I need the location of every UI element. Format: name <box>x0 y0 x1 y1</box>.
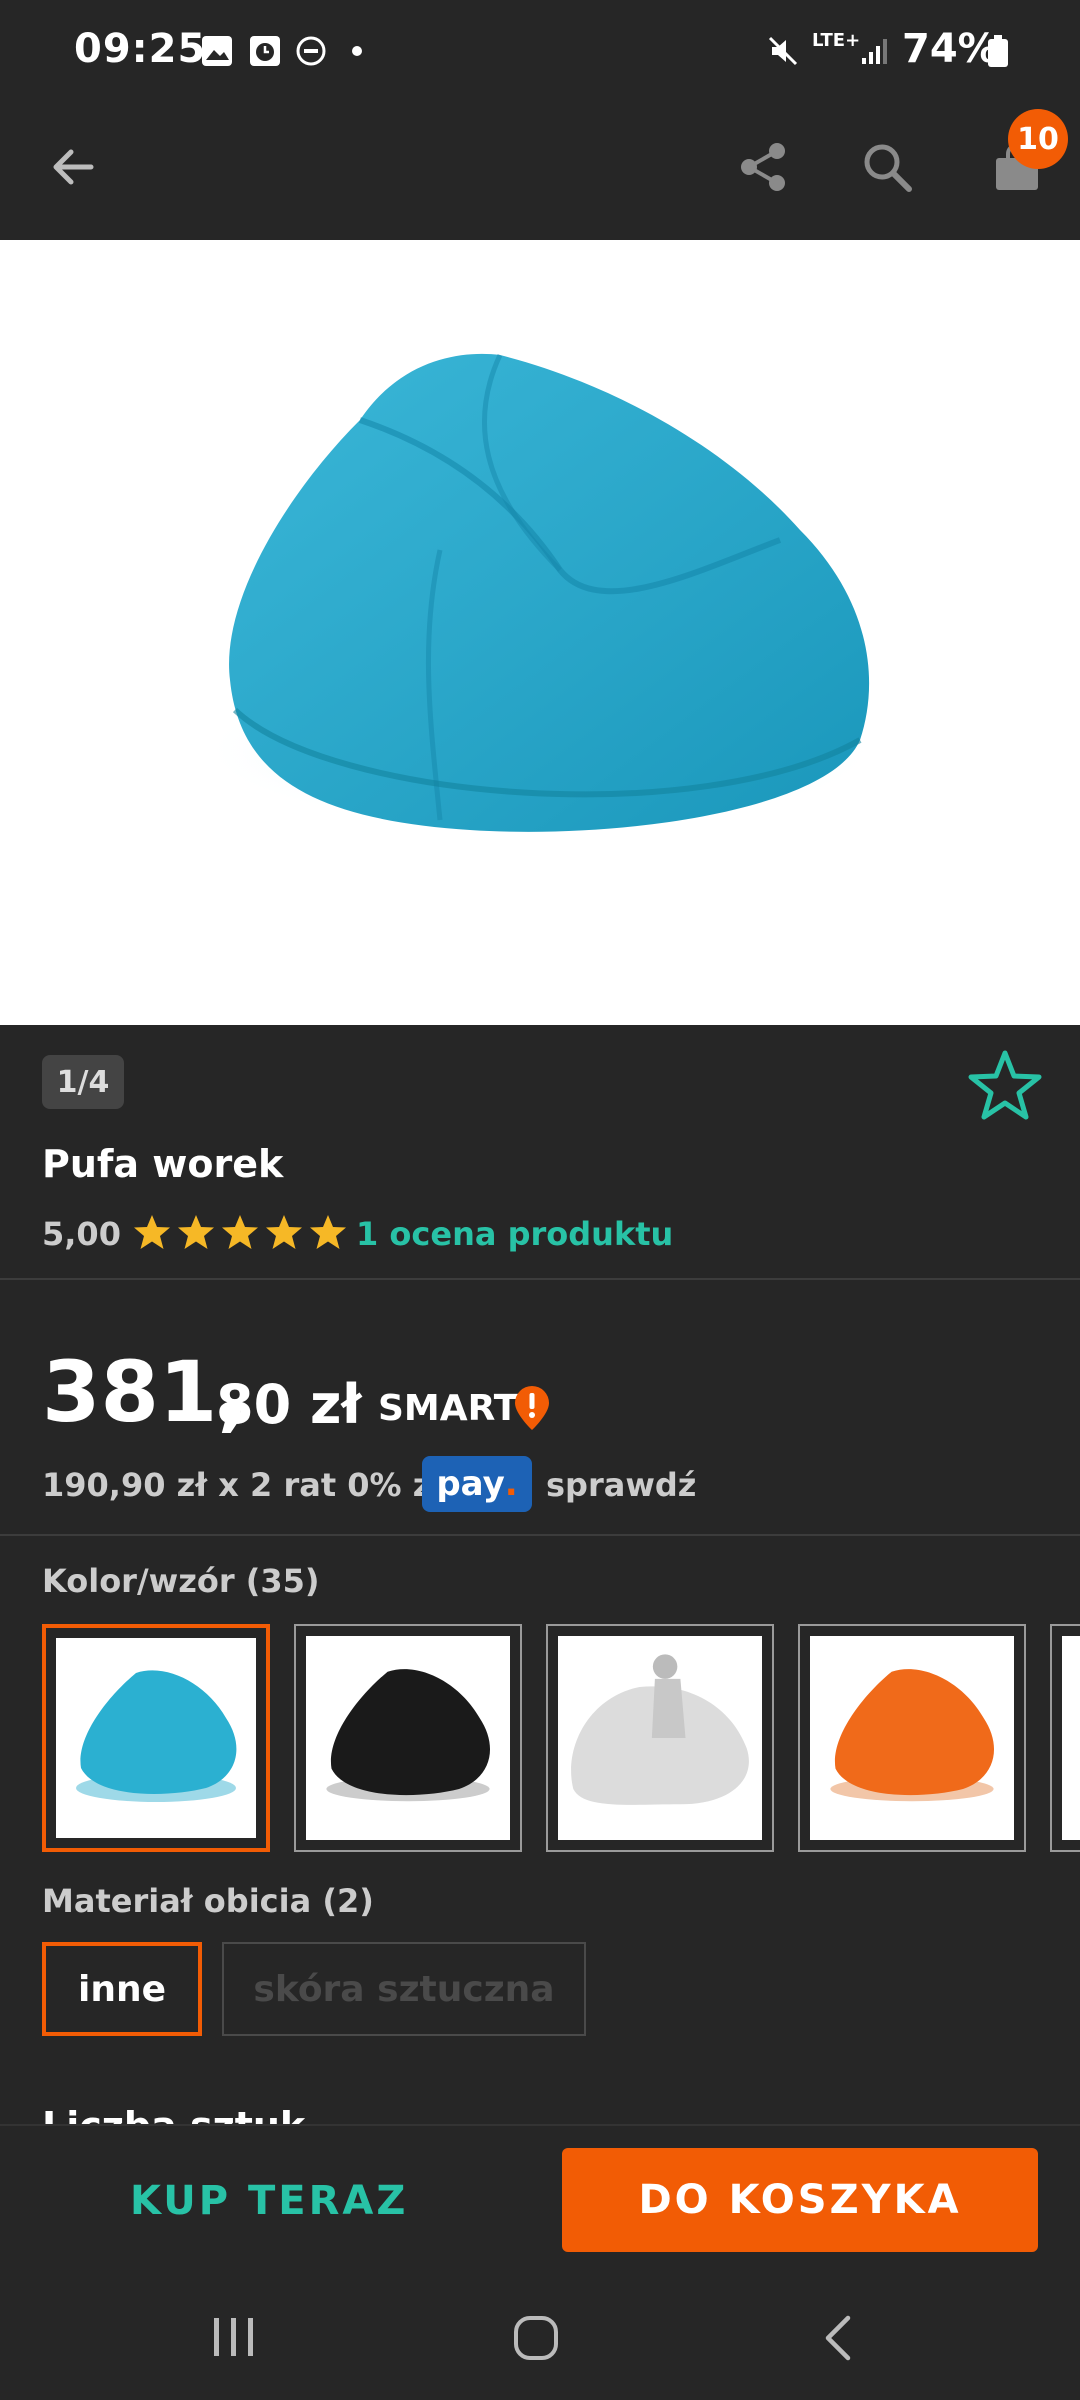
cart-count-badge: 10 <box>1008 109 1068 169</box>
star-icon <box>310 1215 346 1249</box>
material-label: Materiał obicia (2) <box>42 1882 374 1920</box>
quantity-label: Liczba sztuk <box>42 2104 306 2126</box>
color-swatch-turquoise[interactable] <box>42 1624 270 1852</box>
back-arrow-icon[interactable] <box>38 132 108 202</box>
swatch-image <box>56 1638 256 1838</box>
pay-logo-dot: . <box>504 1464 518 1504</box>
gallery-icon <box>202 36 232 66</box>
recent-apps-icon[interactable] <box>204 2312 264 2362</box>
rating-stars <box>132 1212 348 1252</box>
pay-logo: pay. <box>422 1456 532 1512</box>
status-time: 09:25 <box>74 26 207 72</box>
color-swatch-light-grey[interactable] <box>546 1624 774 1852</box>
rating-link[interactable]: 1 ocena produktu <box>356 1215 673 1253</box>
color-swatch-orange[interactable] <box>798 1624 1026 1852</box>
image-counter: 1/4 <box>42 1055 124 1109</box>
search-icon[interactable] <box>852 132 922 202</box>
mute-icon <box>768 36 798 66</box>
swatch-image <box>306 1636 510 1840</box>
check-link[interactable]: sprawdź <box>546 1466 696 1504</box>
dot-icon <box>352 46 362 56</box>
price-decimal: 80 zł <box>216 1373 362 1436</box>
divider <box>0 1534 1080 1536</box>
smart-alert-icon <box>515 1386 549 1430</box>
buy-now-button[interactable]: KUP TERAZ <box>130 2178 408 2224</box>
dnd-icon <box>296 36 326 66</box>
share-icon[interactable] <box>728 132 798 202</box>
signal-icon <box>862 39 887 64</box>
swatch-image <box>810 1636 1014 1840</box>
favorite-star-icon[interactable] <box>965 1045 1045 1125</box>
smart-label[interactable]: SMART <box>378 1388 518 1429</box>
alarm-icon <box>250 36 280 66</box>
divider <box>0 1278 1080 1280</box>
product-image <box>200 353 880 832</box>
installment-text: 190,90 zł x 2 rat 0% z <box>42 1466 432 1504</box>
swatch-image <box>558 1636 762 1840</box>
material-option-skora-sztuczna[interactable]: skóra sztuczna <box>222 1942 586 2036</box>
system-back-icon[interactable] <box>812 2310 868 2366</box>
material-option-inne[interactable]: inne <box>42 1942 202 2036</box>
rating-value: 5,00 <box>42 1215 121 1253</box>
color-label: Kolor/wzór (35) <box>42 1562 320 1600</box>
star-icon <box>222 1215 258 1249</box>
product-image-gallery[interactable] <box>0 240 1080 1025</box>
color-swatch-more[interactable] <box>1050 1624 1080 1852</box>
battery-icon <box>988 35 1008 67</box>
network-type: LTE+ <box>812 30 861 51</box>
battery-percent: 74% <box>902 26 998 72</box>
add-to-cart-button[interactable]: DO KOSZYKA <box>562 2148 1038 2252</box>
star-icon <box>134 1215 170 1249</box>
color-swatch-black[interactable] <box>294 1624 522 1852</box>
home-icon[interactable] <box>508 2310 564 2366</box>
star-icon <box>266 1215 302 1249</box>
swatch-image <box>1062 1636 1080 1840</box>
product-title: Pufa worek <box>42 1142 284 1186</box>
pay-logo-text: pay <box>436 1464 505 1504</box>
star-icon <box>178 1215 214 1249</box>
